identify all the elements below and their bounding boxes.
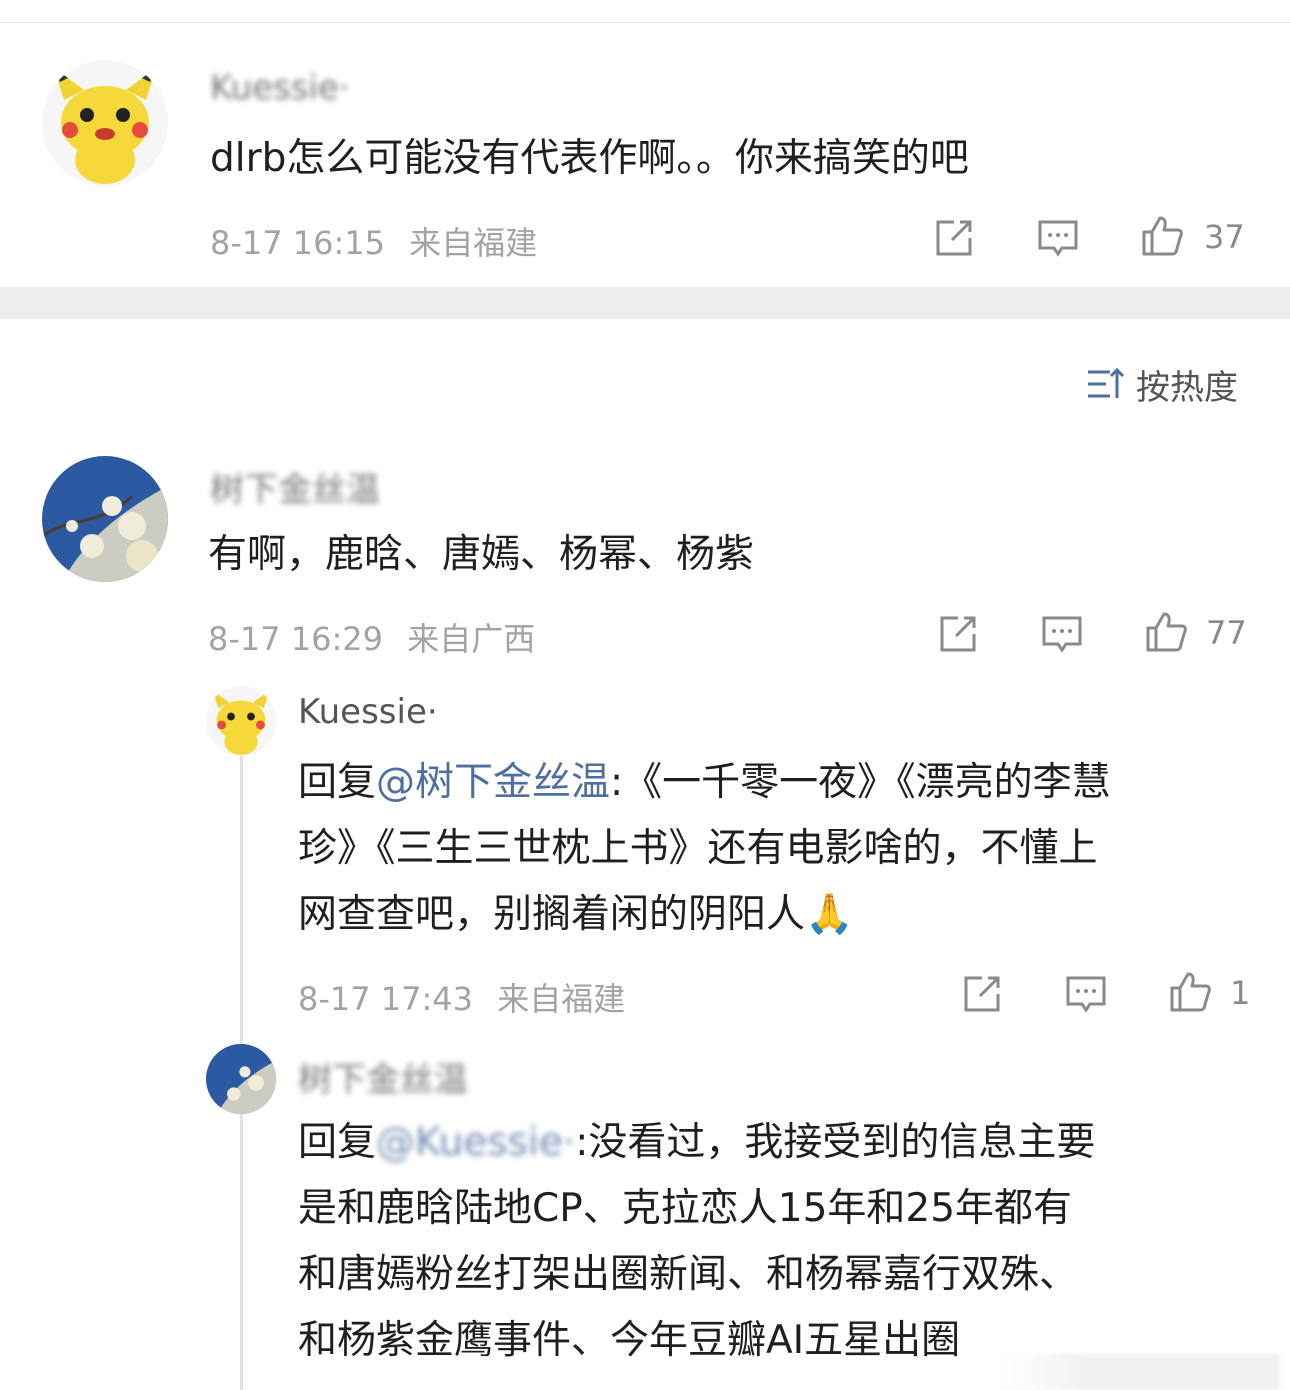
blossom-avatar-icon (42, 456, 168, 582)
comment-button[interactable] (1040, 612, 1084, 656)
comment-time: 8-17 16:15 (210, 224, 386, 262)
reply-time: 8-17 17:43 (298, 980, 474, 1018)
like-button[interactable] (1144, 610, 1188, 654)
like-button[interactable] (1168, 970, 1212, 1014)
like-icon (1146, 612, 1187, 652)
reply-line: 没看过，我接受到的信息主要 (588, 1120, 1096, 1165)
sort-by-hot-button[interactable]: 按热度 (1086, 362, 1238, 408)
reply-meta: 8-17 17:43 来自福建 (298, 974, 625, 1020)
share-button[interactable] (936, 612, 980, 656)
comment-icon (1038, 220, 1078, 257)
reply-location: 来自福建 (497, 980, 626, 1018)
top-divider (0, 22, 1290, 23)
share-icon (940, 616, 976, 652)
blossom-avatar-icon (206, 1044, 276, 1114)
reply-line: 珍》《三生三世枕上书》还有电影啥的，不懂上 (298, 826, 1098, 871)
comment-text: dlrb怎么可能没有代表作啊。。你来搞笑的吧 (210, 136, 969, 181)
reply-prefix: 回复 (298, 1120, 377, 1165)
reply-line: 和唐嫣粉丝打架出圈新闻、和杨幂嘉行双殊、 (298, 1252, 1079, 1297)
pikachu-avatar-icon (54, 68, 156, 184)
reply-line: 网查查吧，别搁着闲的阴阳人🙏 (298, 892, 854, 937)
sort-label: 按热度 (1136, 367, 1238, 408)
like-icon (1170, 972, 1211, 1012)
reply-author[interactable]: Kuessie· (298, 692, 438, 732)
watermark (1000, 1354, 1280, 1390)
reply-line: 和杨紫金鹰事件、今年豆瓣AI五星出圈 (298, 1318, 961, 1363)
comment-location: 来自广西 (407, 620, 536, 658)
comment-author[interactable]: 树下金丝温 (210, 462, 380, 511)
reply-separator: : (610, 760, 624, 805)
comment-meta: 8-17 16:15 来自福建 (210, 218, 537, 264)
share-button[interactable] (960, 972, 1004, 1016)
comment-time: 8-17 16:29 (208, 620, 384, 658)
mention-link[interactable]: @Kuessie· (376, 1120, 575, 1165)
reply-text-line: 回复@树下金丝温:《一千零一夜》《漂亮的李慧 (298, 750, 1111, 816)
avatar[interactable] (42, 456, 168, 582)
share-icon (964, 976, 1000, 1012)
comment-text: 有啊，鹿晗、唐嫣、杨幂、杨紫 (208, 532, 755, 577)
like-count: 37 (1204, 218, 1245, 256)
reply-prefix: 回复 (298, 760, 377, 805)
avatar[interactable] (206, 1044, 276, 1114)
comment-button[interactable] (1064, 972, 1108, 1016)
avatar[interactable] (206, 686, 276, 756)
reply-line: 是和鹿晗陆地CP、克拉恋人15年和25年都有 (298, 1186, 1073, 1231)
mention-link[interactable]: @树下金丝温 (376, 760, 610, 805)
comment-icon (1042, 616, 1082, 653)
avatar[interactable] (42, 60, 168, 186)
sort-icon (1088, 367, 1124, 398)
comment-meta: 8-17 16:29 来自广西 (208, 614, 535, 660)
section-divider (0, 287, 1290, 319)
like-count: 77 (1206, 614, 1247, 652)
like-button[interactable] (1140, 214, 1184, 258)
comment-author[interactable]: Kuessie· (210, 68, 350, 108)
like-count: 1 (1230, 974, 1251, 1012)
pikachu-avatar-icon (212, 690, 270, 755)
comment-button[interactable] (1036, 216, 1080, 260)
share-icon (936, 220, 972, 256)
comment-icon (1066, 976, 1106, 1013)
reply-text-line: 回复@Kuessie·:没看过，我接受到的信息主要 (298, 1110, 1095, 1176)
comment-location: 来自福建 (409, 224, 538, 262)
share-button[interactable] (932, 216, 976, 260)
reply-line: 《一千零一夜》《漂亮的李慧 (623, 760, 1111, 805)
like-icon (1142, 216, 1183, 256)
reply-separator: : (575, 1120, 589, 1165)
reply-author[interactable]: 树下金丝温 (298, 1052, 468, 1101)
